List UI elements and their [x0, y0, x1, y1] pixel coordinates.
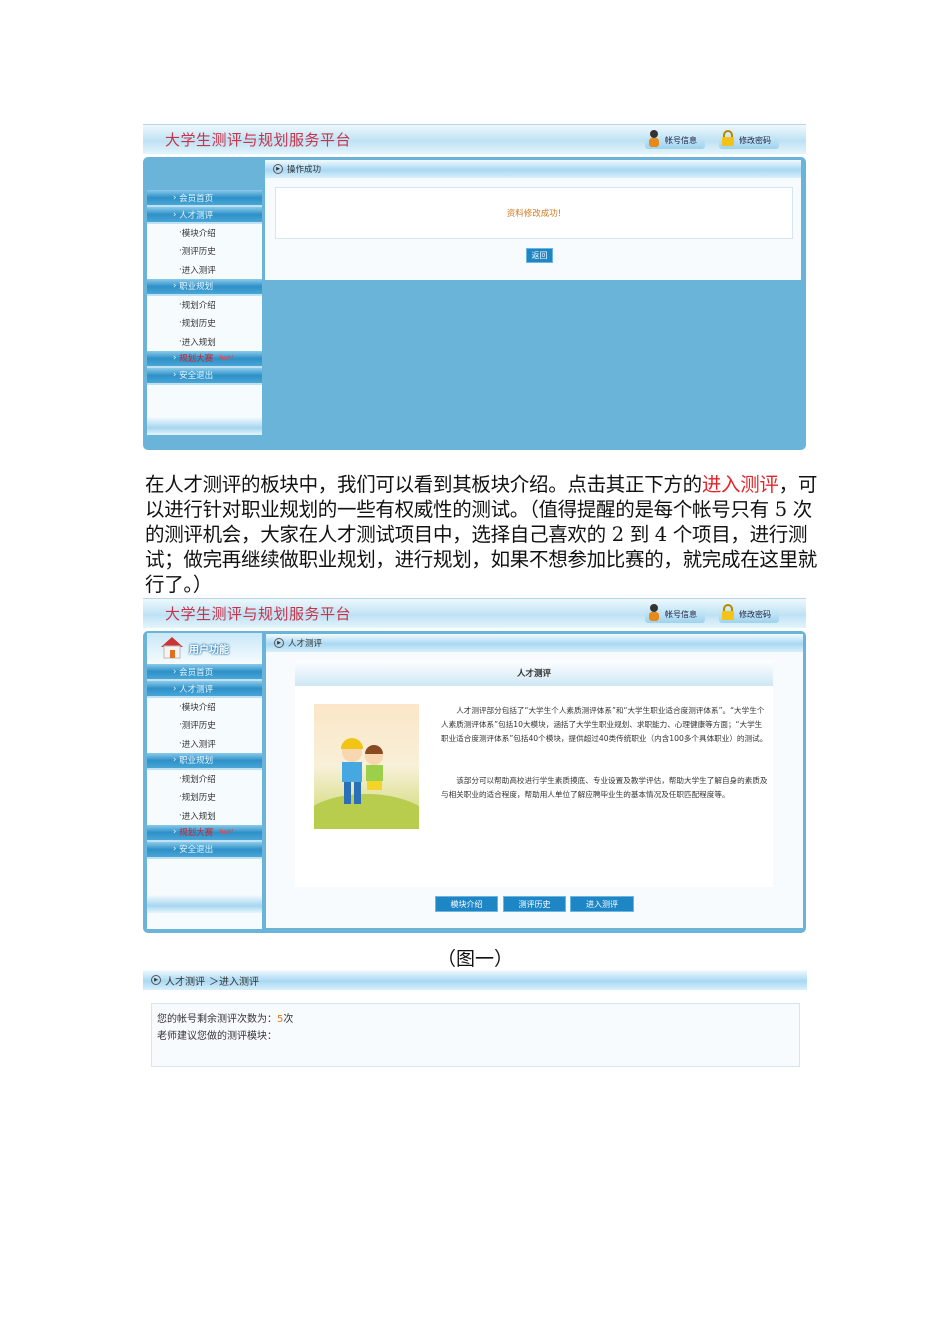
nav-planning-contest[interactable]: › 规划大赛 hot!: [147, 824, 262, 842]
nav-member-home[interactable]: › 会员首页: [147, 190, 262, 207]
app-title: 大学生测评与规划服务平台: [165, 131, 352, 149]
app-body: › 会员首页 › 人才测评 · 模块介绍 · 测评历史 · 进入测评 › 职业规划 ·…: [143, 157, 806, 450]
home-icon: [159, 635, 185, 663]
nav-enter-assessment[interactable]: · 进入测评: [147, 261, 262, 279]
lock-icon: [721, 129, 735, 147]
nav-planning-intro[interactable]: · 规划介绍: [147, 296, 262, 314]
assessment-info-box: 您的帐号剩余测评次数为：5次 老师建议您做的测评模块：: [151, 1003, 800, 1067]
nav-talent-assessment[interactable]: › 人才测评: [147, 207, 262, 224]
app-body: 用户功能 › 会员首页 › 人才测评 · 模块介绍 · 测评历史 · 进入测评 › 职…: [143, 631, 806, 933]
sidebar: › 会员首页 › 人才测评 · 模块介绍 · 测评历史 · 进入测评 › 职业规划 ·…: [147, 190, 262, 445]
panel-title: 人才测评: [288, 639, 323, 649]
nav-module-intro[interactable]: · 模块介绍: [147, 224, 262, 242]
account-info-button[interactable]: 帐号信息: [645, 129, 705, 149]
lock-icon: [721, 603, 735, 621]
user-icon: [647, 129, 661, 147]
sidebar-header: 用户功能: [147, 633, 262, 664]
nav-enter-assessment[interactable]: · 进入测评: [147, 735, 262, 753]
nav-module-intro[interactable]: · 模块介绍: [147, 698, 262, 716]
breadcrumb: ▶ 人才测评 ＞进入测评: [143, 970, 807, 990]
assessment-history-button[interactable]: 测评历史: [503, 896, 566, 912]
nav-assessment-history[interactable]: · 测评历史: [147, 716, 262, 734]
arrow-circle-icon: ▶: [273, 164, 283, 174]
change-password-button[interactable]: 修改密码: [719, 603, 779, 623]
nav-assessment-history[interactable]: · 测评历史: [147, 242, 262, 260]
back-button[interactable]: 返回: [526, 248, 553, 263]
article-title: 人才测评: [295, 660, 773, 686]
body-paragraph: 在人才测评的板块中，我们可以看到其板块介绍。点击其正下方的进入测评，可以进行针对…: [145, 473, 818, 596]
figure-caption: （图一）: [436, 948, 513, 970]
screenshot-3: ▶ 人才测评 ＞进入测评 您的帐号剩余测评次数为：5次 老师建议您做的测评模块：: [143, 970, 807, 1070]
nav-logout[interactable]: › 安全退出: [147, 367, 262, 385]
nav-talent-assessment[interactable]: › 人才测评: [147, 681, 262, 698]
screenshot-1: 大学生测评与规划服务平台 帐号信息 修改密码 › 会员首页 › 人才测评 · 模块…: [143, 124, 806, 450]
nav-enter-planning[interactable]: · 进入规划: [147, 332, 262, 350]
nav-enter-planning[interactable]: · 进入规划: [147, 806, 262, 824]
nav-planning-history[interactable]: · 规划历史: [147, 788, 262, 806]
nav-member-home[interactable]: › 会员首页: [147, 664, 262, 681]
nav-planning-history[interactable]: · 规划历史: [147, 314, 262, 332]
nav-planning-intro[interactable]: · 规划介绍: [147, 770, 262, 788]
change-password-button[interactable]: 修改密码: [719, 129, 779, 149]
content-panel: ▶ 人才测评 人才测评 人才测评部分包括了“大学生个人素质测评体系”和“大学生职业…: [266, 634, 803, 928]
breadcrumb-enter: ＞进入测评: [209, 976, 259, 988]
app-header: 大学生测评与规划服务平台 帐号信息 修改密码: [143, 124, 806, 154]
enter-assessment-link[interactable]: 进入测评: [702, 473, 779, 496]
nav-career-planning[interactable]: › 职业规划: [147, 278, 262, 296]
enter-assessment-button[interactable]: 进入测评: [570, 896, 634, 912]
user-icon: [647, 603, 661, 621]
panel-title: 操作成功: [287, 165, 322, 175]
nav-logout[interactable]: › 安全退出: [147, 841, 262, 859]
success-message: 资料修改成功!: [506, 209, 562, 219]
suggested-modules-label: 老师建议您做的测评模块：: [157, 1031, 277, 1042]
arrow-circle-icon: ▶: [274, 638, 284, 648]
screenshot-2: 大学生测评与规划服务平台 帐号信息 修改密码 用户功能 › 会员首页 › 人才测…: [143, 598, 806, 933]
account-info-button[interactable]: 帐号信息: [645, 603, 705, 623]
breadcrumb-talent[interactable]: 人才测评: [165, 973, 205, 988]
article-text-2: 该部分可以帮助高校进行学生素质摸底、专业设置及教学评估，帮助大学生了解自身的素质…: [441, 776, 768, 799]
result-panel: ▶ 操作成功 资料修改成功! 返回: [265, 160, 801, 280]
app-title: 大学生测评与规划服务平台: [165, 605, 352, 623]
arrow-circle-icon: ▶: [151, 975, 161, 985]
kids-illustration: [296, 704, 436, 864]
sidebar: 用户功能 › 会员首页 › 人才测评 · 模块介绍 · 测评历史 · 进入测评 › 职…: [147, 633, 262, 929]
nav-planning-contest[interactable]: › 规划大赛 hot!: [147, 350, 262, 368]
app-header: 大学生测评与规划服务平台 帐号信息 修改密码: [143, 598, 806, 628]
article: 人才测评 人才测评部分包括了“大学生个人素质测评体系”和“大学生职业适合度测评体…: [295, 660, 773, 887]
nav-career-planning[interactable]: › 职业规划: [147, 752, 262, 770]
module-intro-button[interactable]: 模块介绍: [435, 896, 498, 912]
article-text-1: 人才测评部分包括了“大学生个人素质测评体系”和“大学生职业适合度测评体系”。“大…: [441, 706, 768, 743]
